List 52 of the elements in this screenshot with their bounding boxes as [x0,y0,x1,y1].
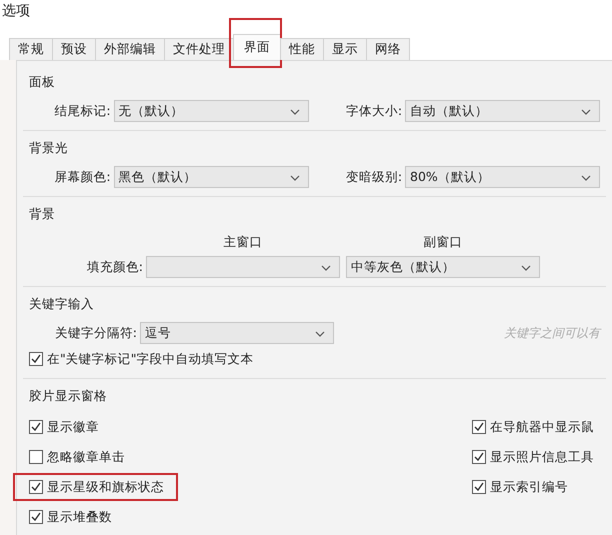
checkbox-label: 显示徽章 [47,418,99,436]
chevron-down-icon [315,331,325,337]
chevron-down-icon [290,175,300,181]
column-heading: 副窗口 [422,234,464,250]
section-title: 背景 [29,206,56,223]
dropdown[interactable]: 黑色（默认） [114,166,309,188]
checkbox-label: 显示星级和旗标状态 [47,478,164,496]
chevron-down-icon [321,265,331,271]
chevron-down-icon [581,109,591,115]
section-title: 背景光 [29,140,69,157]
tab[interactable]: 常规 [9,38,53,60]
window-title: 选项 [0,0,612,30]
tab[interactable]: 网络 [366,38,410,60]
checkbox-label: 显示堆叠数 [47,508,112,526]
checkbox[interactable] [29,450,43,464]
section-title: 面板 [29,74,56,91]
checkbox-label: 显示照片信息工具 [490,448,594,466]
field-label: 屏幕颜色: [53,168,112,186]
tab[interactable]: 预设 [52,38,96,60]
dropdown[interactable]: 80%（默认） [405,166,600,188]
checkbox[interactable] [472,420,486,434]
field-label: 字体大小: [344,102,404,120]
checkbox[interactable] [29,510,43,524]
field-label: 结尾标记: [53,102,112,120]
dropdown[interactable]: 无（默认） [114,100,309,122]
field-label: 填充颜色: [86,258,144,276]
field-label: 关键字分隔符: [54,324,138,342]
tab[interactable]: 性能 [280,38,324,60]
dropdown[interactable]: 自动（默认） [405,100,600,122]
section-title: 胶片显示窗格 [29,388,108,405]
chevron-down-icon [521,265,531,271]
chevron-down-icon [581,175,591,181]
checkbox[interactable] [29,352,43,366]
checkbox[interactable] [29,420,43,434]
tab[interactable]: 显示 [323,38,367,60]
checkbox[interactable] [472,480,486,494]
tab[interactable]: 界面 [233,34,281,60]
tab[interactable]: 外部编辑 [95,38,165,60]
field-label: 变暗级别: [344,168,404,186]
dropdown[interactable]: 逗号 [140,322,334,344]
chevron-down-icon [290,109,300,115]
checkbox[interactable] [472,450,486,464]
dropdown[interactable]: 中等灰色（默认） [346,256,540,278]
checkbox-label: 在导航器中显示鼠 [490,418,594,436]
column-heading: 主窗口 [222,234,264,250]
hint-text: 关键字之间可以有 [504,324,600,342]
section-title: 关键字输入 [29,296,95,313]
checkbox-label: 在"关键字标记"字段中自动填写文本 [47,350,254,368]
tab[interactable]: 文件处理 [164,38,234,60]
checkbox[interactable] [29,480,43,494]
checkbox-label: 忽略徽章单击 [47,448,125,466]
checkbox-label: 显示索引编号 [490,478,568,496]
